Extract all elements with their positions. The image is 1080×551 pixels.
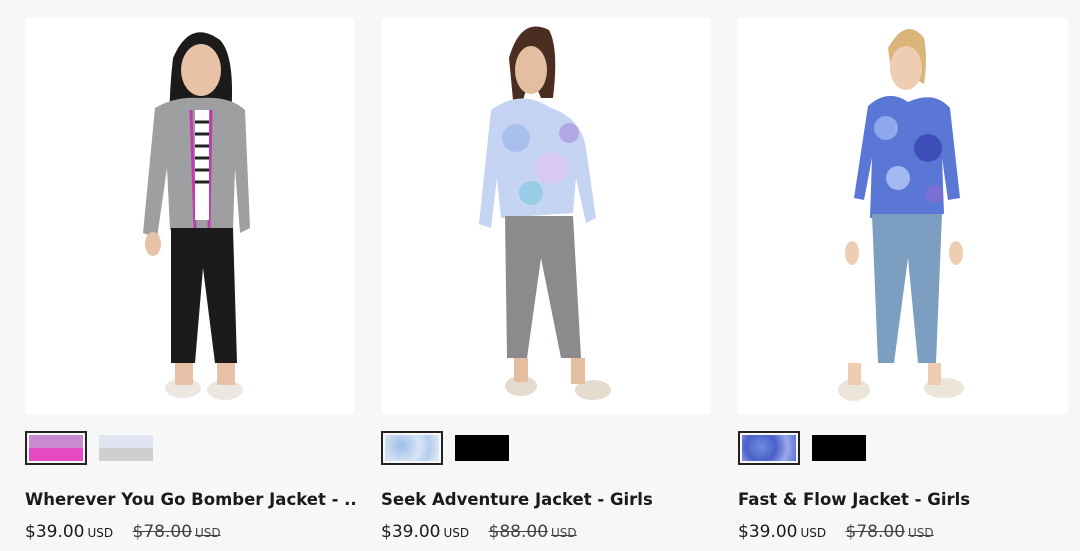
swatch-pink-heather-fill <box>29 435 83 461</box>
swatch-blue-watercolor[interactable] <box>381 431 443 465</box>
product-image[interactable] <box>738 18 1068 414</box>
swatch-light-print-fill <box>99 435 153 461</box>
original-price-currency: USD <box>551 526 577 540</box>
model-photo-illustration <box>738 18 1068 414</box>
swatch-black[interactable] <box>451 431 513 465</box>
product-title[interactable]: Wherever You Go Bomber Jacket - ... <box>25 490 355 509</box>
sale-price: $39.00 <box>25 522 85 542</box>
swatch-black-fill <box>812 435 866 461</box>
original-price-currency: USD <box>195 526 221 540</box>
product-image[interactable] <box>25 18 355 414</box>
swatch-blue-purple-print[interactable] <box>738 431 800 465</box>
swatch-blue-watercolor-fill <box>385 435 439 461</box>
sale-price: $39.00 <box>381 522 441 542</box>
sale-price-currency: USD <box>87 526 114 540</box>
swatch-black-fill <box>455 435 509 461</box>
price-row: $39.00 USD $78.00 USD <box>25 522 221 542</box>
model-photo-illustration <box>25 18 355 414</box>
sale-price-currency: USD <box>443 526 470 540</box>
price-row: $39.00 USD $78.00 USD <box>738 522 934 542</box>
model-photo-illustration <box>381 18 711 414</box>
original-price: $78.00 USD <box>133 522 221 542</box>
original-price: $88.00 USD <box>489 522 577 542</box>
original-price-currency: USD <box>908 526 934 540</box>
swatch-blue-purple-print-fill <box>742 435 796 461</box>
price-row: $39.00 USD $88.00 USD <box>381 522 577 542</box>
original-price: $78.00 USD <box>846 522 934 542</box>
product-title[interactable]: Fast & Flow Jacket - Girls <box>738 490 1068 509</box>
swatch-pink-heather[interactable] <box>25 431 87 465</box>
swatch-light-print[interactable] <box>95 431 157 465</box>
product-image[interactable] <box>381 18 711 414</box>
sale-price: $39.00 <box>738 522 798 542</box>
original-price-value: $88.00 <box>488 522 549 542</box>
original-price-value: $78.00 <box>132 522 193 542</box>
original-price-value: $78.00 <box>845 522 906 542</box>
swatch-black[interactable] <box>808 431 870 465</box>
product-title[interactable]: Seek Adventure Jacket - Girls <box>381 490 711 509</box>
sale-price-currency: USD <box>800 526 827 540</box>
